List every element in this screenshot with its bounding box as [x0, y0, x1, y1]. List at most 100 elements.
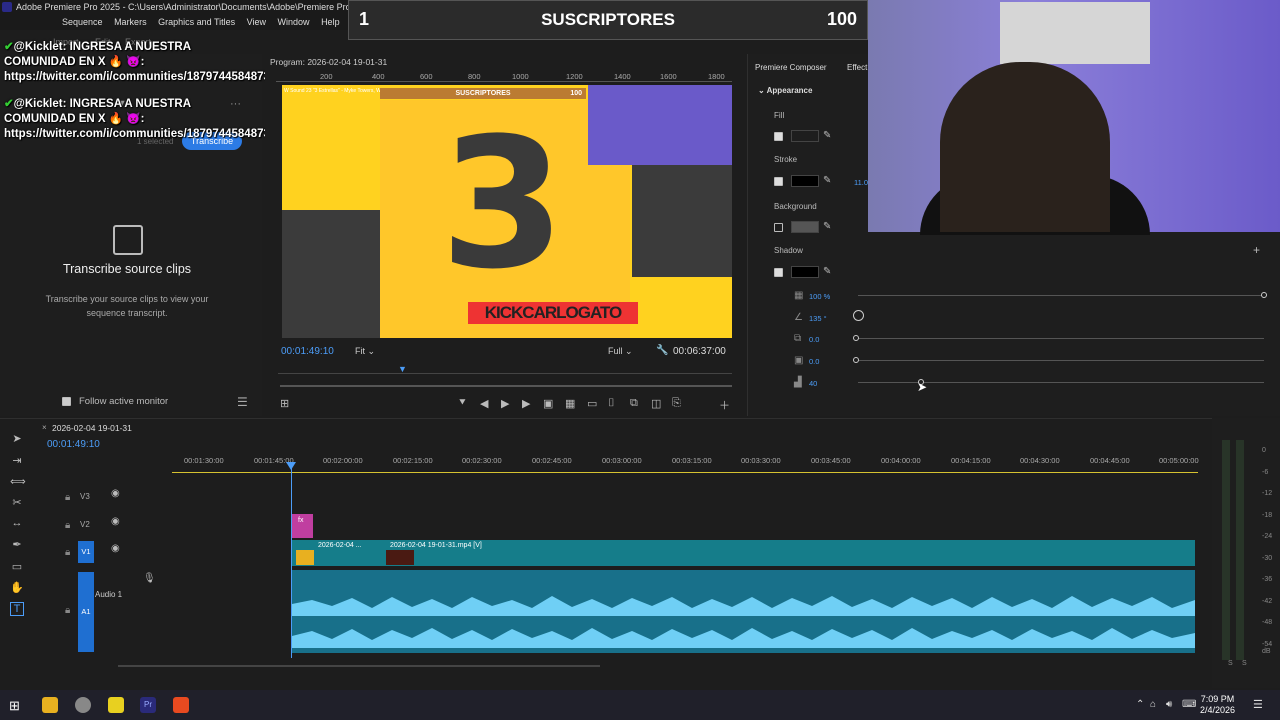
ripple-edit-icon[interactable]: ⟺ — [10, 475, 26, 489]
shadow-distance-value[interactable]: 0.0 — [809, 335, 819, 344]
add-icon[interactable]: + — [1253, 243, 1260, 257]
shadow-opacity-value[interactable]: 100 % — [809, 292, 830, 301]
safe-margins-icon[interactable]: ⊞ — [280, 397, 289, 410]
hand-tool-icon[interactable]: ✋ — [10, 581, 24, 595]
selection-tool-icon[interactable]: ➤ — [10, 432, 24, 446]
slip-tool-icon[interactable]: ↔ — [10, 517, 24, 531]
eyedropper-icon[interactable]: ✎ — [823, 266, 831, 277]
zoom-select[interactable]: Fit ⌄ — [355, 346, 375, 357]
menu-help[interactable]: Help — [321, 17, 340, 27]
add-button-icon[interactable]: ＋ — [719, 397, 730, 413]
menu-view[interactable]: View — [247, 17, 266, 27]
close-icon[interactable]: × — [42, 423, 47, 432]
shadow-angle-value[interactable]: 135 ° — [809, 314, 827, 323]
comparison-view-icon[interactable]: ▭ — [587, 397, 597, 410]
lock-icon[interactable]: 🔒︎ — [65, 605, 70, 616]
step-forward-icon[interactable]: ▶ — [522, 397, 530, 410]
timeline-ruler[interactable]: 00:01:30:00 00:01:45:00 00:02:00:00 00:0… — [172, 456, 1199, 470]
track-label: V2 — [80, 520, 90, 529]
monitor-scrub-bar[interactable] — [280, 385, 732, 387]
shadow-blur-value[interactable]: 40 — [809, 379, 817, 388]
add-marker-icon[interactable]: ⯆ — [458, 397, 467, 410]
playhead-timecode[interactable]: 00:01:49:10 — [281, 346, 334, 357]
menu-markers[interactable]: Markers — [114, 17, 147, 27]
premiere-pro-icon[interactable]: Pr — [140, 697, 156, 713]
eye-icon[interactable]: ◉ — [111, 516, 120, 527]
language-icon[interactable]: ⌨ — [1182, 699, 1196, 710]
file-explorer-icon[interactable] — [42, 697, 58, 713]
size-slider[interactable] — [858, 360, 1264, 361]
resolution-select[interactable]: Full ⌄ — [608, 346, 633, 357]
mini-playhead[interactable]: ▼ — [398, 364, 407, 374]
overlay-icon[interactable]: ◫ — [651, 397, 661, 410]
angle-dial[interactable] — [853, 310, 864, 321]
rectangle-tool-icon[interactable]: ▭ — [10, 560, 24, 574]
multicam-icon[interactable]: ⧉ — [630, 397, 638, 410]
track-header-v3: V3 — [40, 486, 170, 510]
distance-slider-knob[interactable] — [853, 335, 859, 341]
sequence-timecode[interactable]: 00:01:49:10 — [47, 439, 100, 450]
lock-icon[interactable]: 🔒︎ — [65, 520, 70, 531]
lock-icon[interactable]: 🔒︎ — [65, 547, 70, 558]
eye-icon[interactable]: ◉ — [111, 543, 120, 554]
extract-icon[interactable]: ▦ — [565, 397, 575, 410]
eyedropper-icon[interactable]: ✎ — [823, 175, 831, 186]
camera-icon[interactable]: ⌷ — [608, 397, 615, 410]
fill-checkbox[interactable] — [774, 132, 783, 144]
opacity-slider-knob[interactable] — [1261, 292, 1267, 298]
razor-tool-icon[interactable]: ✂ — [10, 496, 24, 510]
network-icon[interactable]: ⌂ — [1150, 699, 1156, 710]
tab-premiere-composer[interactable]: Premiere Composer — [755, 63, 827, 72]
size-slider-knob[interactable] — [853, 357, 859, 363]
menu-sequence[interactable]: Sequence — [62, 17, 103, 27]
system-clock[interactable]: 7:09 PM 2/4/2026 — [1200, 694, 1235, 716]
type-tool-icon[interactable]: T — [10, 602, 24, 616]
background-color-swatch[interactable] — [791, 221, 819, 233]
microphone-icon[interactable]: 🎙︎ — [143, 573, 156, 584]
obs-icon[interactable] — [75, 697, 91, 713]
brave-browser-icon[interactable] — [173, 697, 189, 713]
pen-tool-icon[interactable]: ✒ — [10, 538, 24, 552]
volume-icon[interactable]: 🔊︎ — [1166, 699, 1172, 710]
eyedropper-icon[interactable]: ✎ — [823, 130, 831, 141]
menu-graphics-titles[interactable]: Graphics and Titles — [158, 17, 235, 27]
eyedropper-icon[interactable]: ✎ — [823, 221, 831, 232]
follow-monitor-checkbox[interactable] — [62, 397, 71, 409]
timeline-playhead[interactable] — [291, 462, 292, 658]
solo-button[interactable]: S — [1228, 660, 1233, 667]
appearance-section[interactable]: ⌄ Appearance — [758, 86, 812, 95]
timeline-scrollbar[interactable] — [118, 665, 600, 667]
fill-color-swatch[interactable] — [791, 130, 819, 142]
solo-button[interactable]: S — [1242, 660, 1247, 667]
track-label[interactable]: V1 — [78, 541, 94, 563]
work-area-bar[interactable] — [172, 472, 1198, 473]
tray-chevron-icon[interactable]: ⌃ — [1136, 699, 1144, 710]
play-icon[interactable]: ▶ — [501, 397, 509, 410]
lift-icon[interactable]: ▣ — [543, 397, 553, 410]
settings-icon[interactable]: ☰ — [237, 395, 248, 409]
distance-slider[interactable] — [858, 338, 1264, 339]
sequence-tab[interactable]: 2026-02-04 19-01-31 — [52, 423, 132, 433]
notification-icon[interactable]: ☰ — [1253, 698, 1263, 711]
export-frame-icon[interactable]: ⎘ — [672, 397, 681, 410]
lock-icon[interactable]: 🔒︎ — [65, 492, 70, 503]
video-subscriber-bar: SUSCRIPTORES 100 — [380, 88, 586, 99]
stroke-width-value[interactable]: 11.0 — [854, 178, 868, 187]
opacity-slider[interactable] — [858, 295, 1264, 296]
background-checkbox[interactable] — [774, 223, 783, 235]
step-back-icon[interactable]: ◀ — [480, 397, 488, 410]
shadow-size-value[interactable]: 0.0 — [809, 357, 819, 366]
menu-window[interactable]: Window — [278, 17, 310, 27]
track-select-icon[interactable]: ⇥ — [10, 454, 24, 468]
sticky-notes-icon[interactable] — [108, 697, 124, 713]
shadow-color-swatch[interactable] — [791, 266, 819, 278]
track-label[interactable]: A1 — [78, 572, 94, 652]
mini-timeline[interactable] — [278, 366, 732, 374]
graphic-clip[interactable]: fx — [292, 514, 313, 538]
eye-icon[interactable]: ◉ — [111, 488, 120, 499]
stroke-checkbox[interactable] — [774, 177, 783, 189]
stroke-color-swatch[interactable] — [791, 175, 819, 187]
shadow-checkbox[interactable] — [774, 268, 783, 280]
windows-start-icon[interactable]: ⊞ — [9, 698, 20, 714]
wrench-icon[interactable]: 🔧 — [656, 345, 668, 356]
